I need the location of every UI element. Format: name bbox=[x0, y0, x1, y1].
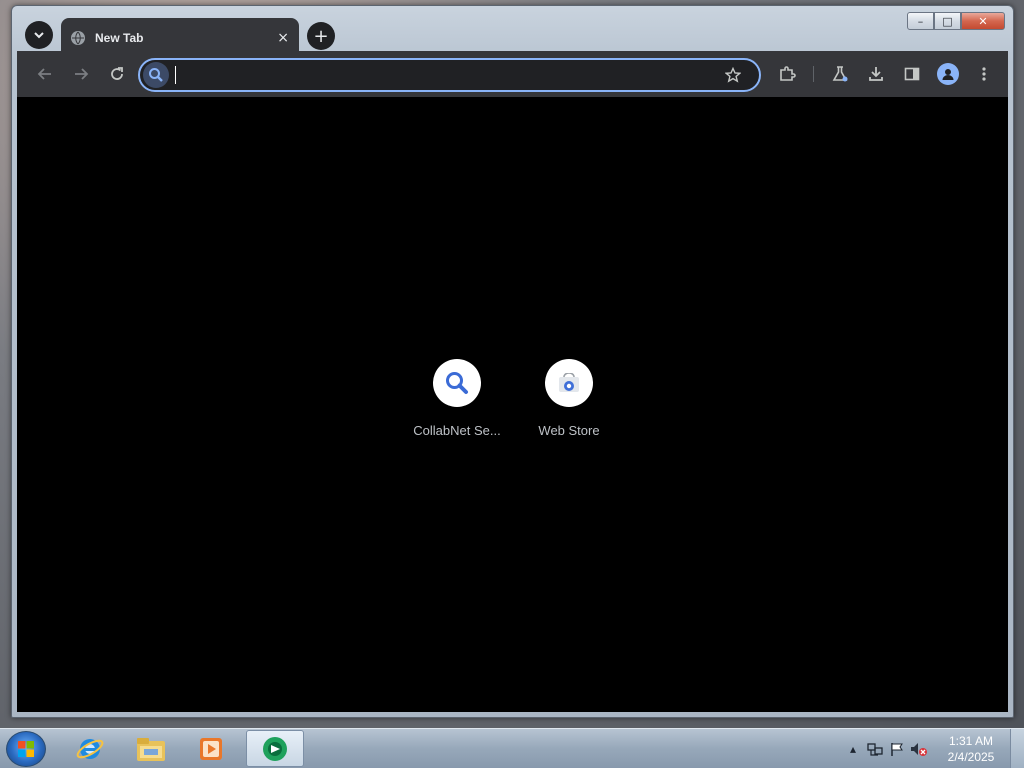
chevron-down-icon bbox=[34, 32, 44, 39]
new-tab-button[interactable]: + bbox=[307, 22, 335, 50]
close-tab-button[interactable]: × bbox=[277, 30, 289, 46]
clock[interactable]: 1:31 AM 2/4/2025 bbox=[936, 733, 1006, 765]
clock-time: 1:31 AM bbox=[948, 734, 994, 748]
file-explorer-icon bbox=[137, 737, 165, 761]
taskbar-internet-explorer[interactable] bbox=[61, 730, 119, 767]
text-cursor bbox=[175, 66, 176, 84]
globe-icon bbox=[71, 30, 85, 45]
download-icon bbox=[869, 67, 883, 81]
media-player-icon bbox=[200, 737, 222, 760]
labs-button[interactable] bbox=[824, 58, 856, 90]
forward-arrow-icon bbox=[75, 68, 89, 80]
chrome-icon bbox=[263, 736, 287, 761]
close-window-button[interactable]: ✕ bbox=[961, 12, 1005, 30]
webstore-icon bbox=[559, 373, 579, 392]
new-tab-page: CollabNet Se... Web Store bbox=[17, 97, 1008, 712]
tab-title: New Tab bbox=[95, 30, 144, 45]
show-desktop-button[interactable] bbox=[1010, 729, 1024, 768]
tab-strip: New Tab × + bbox=[17, 11, 907, 57]
tab-search-button[interactable] bbox=[25, 21, 53, 49]
system-tray: ▴ 1:31 AM 2/4/2025 bbox=[842, 729, 1024, 768]
minimize-button[interactable]: – bbox=[907, 12, 934, 30]
taskbar-file-explorer[interactable] bbox=[122, 730, 180, 767]
address-input[interactable] bbox=[184, 67, 717, 83]
shortcut-label: Web Store bbox=[538, 423, 600, 438]
taskbar-chrome[interactable] bbox=[246, 730, 304, 767]
menu-button[interactable] bbox=[968, 58, 1000, 90]
network-icon[interactable] bbox=[864, 738, 886, 760]
browser-toolbar bbox=[17, 51, 1008, 97]
shortcut-collabnet[interactable]: CollabNet Se... bbox=[401, 359, 513, 438]
magnifier-icon bbox=[446, 372, 468, 394]
address-bar[interactable] bbox=[138, 58, 761, 92]
taskbar: ▴ 1:31 AM 2/4/2025 bbox=[0, 728, 1024, 768]
action-center-flag-icon[interactable] bbox=[886, 738, 908, 760]
shortcut-web-store[interactable]: Web Store bbox=[513, 359, 625, 438]
clock-date: 2/4/2025 bbox=[947, 750, 995, 764]
downloads-button[interactable] bbox=[860, 58, 892, 90]
bookmark-star-button[interactable] bbox=[717, 59, 749, 91]
person-icon bbox=[937, 63, 959, 85]
search-icon bbox=[143, 62, 169, 88]
side-panel-button[interactable] bbox=[896, 58, 928, 90]
shortcut-icon-tile bbox=[433, 359, 481, 407]
browser-window: – □ ✕ New Tab × + CollabNet Se... Web St… bbox=[11, 5, 1014, 718]
shortcut-icon-tile bbox=[545, 359, 593, 407]
internet-explorer-icon bbox=[76, 738, 104, 759]
taskbar-media-player[interactable] bbox=[182, 730, 240, 767]
forward-button[interactable] bbox=[65, 58, 97, 90]
profile-button[interactable] bbox=[932, 58, 964, 90]
shortcut-label: CollabNet Se... bbox=[413, 423, 501, 438]
kebab-menu-icon bbox=[982, 67, 986, 81]
start-button[interactable] bbox=[6, 731, 46, 767]
maximize-button[interactable]: □ bbox=[934, 12, 961, 30]
toolbar-actions bbox=[771, 58, 1000, 90]
back-arrow-icon bbox=[37, 68, 51, 80]
back-button[interactable] bbox=[29, 58, 61, 90]
reload-icon bbox=[111, 67, 123, 80]
star-icon bbox=[725, 67, 741, 83]
reload-button[interactable] bbox=[101, 58, 133, 90]
show-hidden-icons-button[interactable]: ▴ bbox=[842, 738, 864, 760]
volume-muted-icon[interactable] bbox=[908, 738, 930, 760]
side-panel-icon bbox=[904, 67, 920, 81]
extensions-button[interactable] bbox=[771, 58, 803, 90]
window-controls: – □ ✕ bbox=[907, 12, 1005, 30]
puzzle-icon bbox=[780, 66, 796, 81]
windows-logo-icon bbox=[18, 741, 34, 757]
toolbar-separator bbox=[813, 66, 814, 82]
flask-icon bbox=[832, 66, 848, 82]
